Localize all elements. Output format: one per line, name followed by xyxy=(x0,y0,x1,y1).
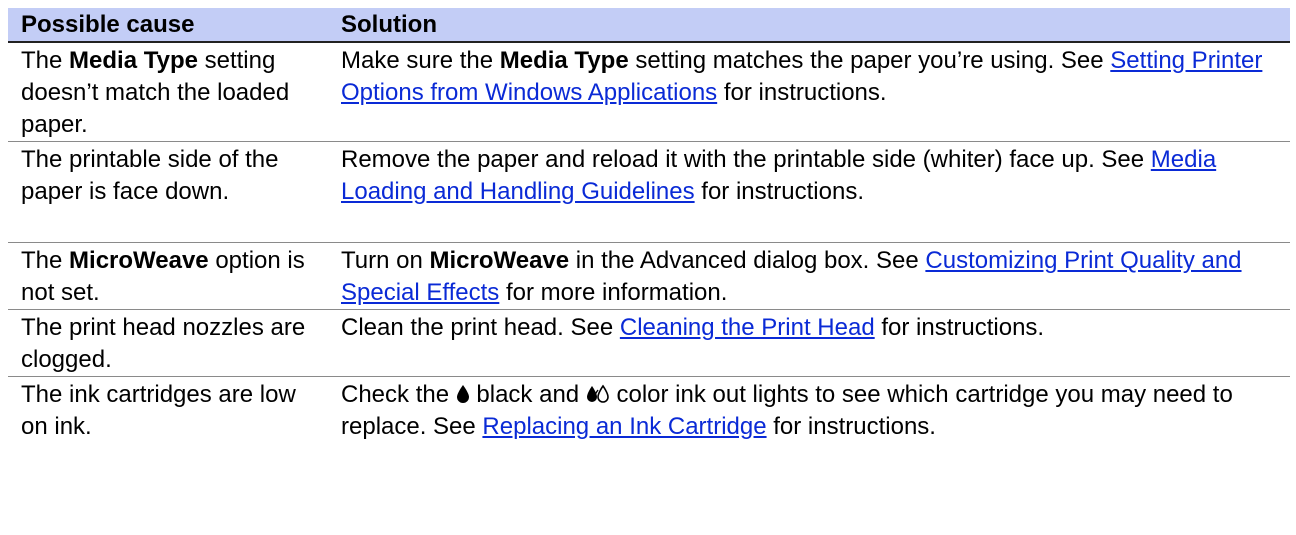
table-row: The MicroWeave option is not set. Turn o… xyxy=(8,242,1290,310)
solution-text: for instructions. xyxy=(717,79,887,106)
black-ink-drop-icon xyxy=(456,382,470,407)
solution-cell: Clean the print head. See Cleaning the P… xyxy=(329,309,1290,377)
solution-text: black and xyxy=(469,381,586,408)
cause-cell: The Media Type setting doesn’t match the… xyxy=(8,42,329,142)
solution-text: for instructions. xyxy=(694,178,865,205)
cause-text: The xyxy=(21,47,70,74)
link-replacing-ink-cartridge[interactable]: Replacing an Ink Cartridge xyxy=(482,413,766,440)
solution-cell: Check the black and color ink out lights… xyxy=(329,377,1290,446)
table-row: The printable side of the paper is face … xyxy=(8,141,1290,243)
table-row: The print head nozzles are clogged. Clea… xyxy=(8,309,1290,377)
solution-cell: Make sure the Media Type setting matches… xyxy=(329,42,1290,142)
cause-cell: The MicroWeave option is not set. xyxy=(8,242,329,310)
cause-cell: The printable side of the paper is face … xyxy=(8,141,329,243)
cause-cell: The ink cartridges are low on ink. xyxy=(21,381,296,440)
link-cleaning-print-head[interactable]: Cleaning the Print Head xyxy=(620,314,875,341)
solution-text: Turn on xyxy=(341,247,430,274)
header-possible-cause: Possible cause xyxy=(8,8,329,43)
solution-text: setting matches the paper you’re using. … xyxy=(628,47,1111,74)
cause-option-name: MicroWeave xyxy=(69,247,209,274)
solution-text: Make sure the xyxy=(341,47,500,74)
table-row: The ink cartridges are low on ink. Check… xyxy=(8,377,1290,446)
solution-cell: Turn on MicroWeave in the Advanced dialo… xyxy=(329,242,1290,310)
solution-setting-name: Media Type xyxy=(499,47,629,74)
solution-text: Remove the paper and reload it with the … xyxy=(341,146,1151,173)
solution-text: for more information. xyxy=(499,279,728,306)
solution-text: Check the xyxy=(341,381,456,408)
header-solution: Solution xyxy=(329,8,1290,43)
cause-cell: The print head nozzles are clogged. xyxy=(8,309,329,377)
color-ink-drops-icon xyxy=(586,382,610,407)
solution-text: Clean the print head. See xyxy=(341,314,620,341)
solution-text: in the Advanced dialog box. See xyxy=(569,247,926,274)
cause-setting-name: Media Type xyxy=(69,47,198,74)
table-row: The Media Type setting doesn’t match the… xyxy=(8,42,1290,142)
table-header-row: Possible cause Solution xyxy=(8,8,1290,43)
solution-option-name: MicroWeave xyxy=(429,247,570,274)
troubleshooting-table: Possible cause Solution The Media Type s… xyxy=(8,8,1290,446)
cause-text: The xyxy=(21,247,70,274)
solution-text: for instructions. xyxy=(874,314,1045,341)
solution-cell: Remove the paper and reload it with the … xyxy=(329,141,1290,243)
solution-text: for instructions. xyxy=(766,413,936,440)
